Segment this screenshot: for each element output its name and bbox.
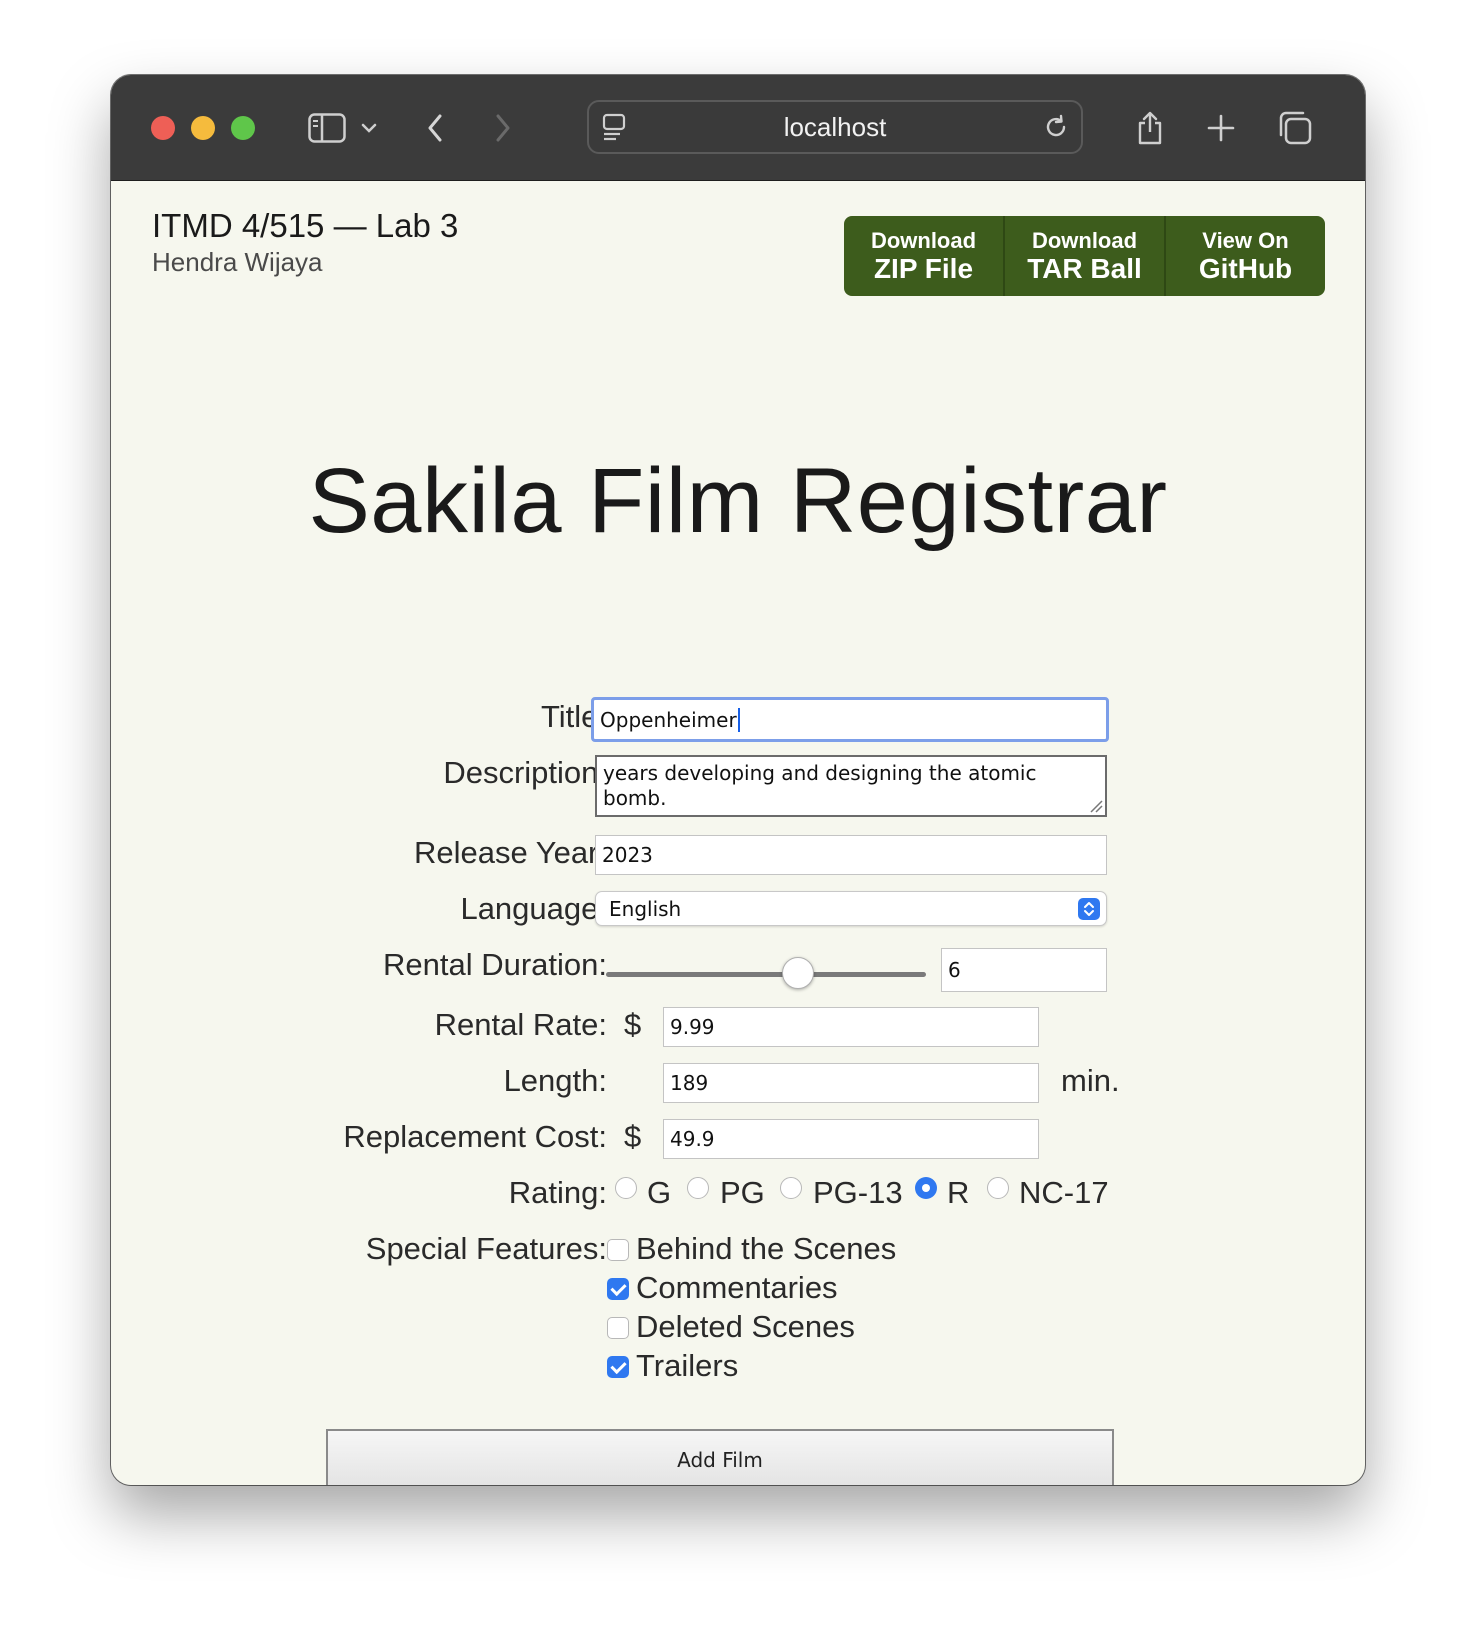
feature-deleted-scenes: Deleted Scenes — [636, 1309, 855, 1344]
download-tar-big: TAR Ball — [1027, 252, 1142, 284]
replacement-cost-value: 49.9 — [670, 1127, 715, 1151]
rental-duration-value: 6 — [948, 958, 961, 982]
rental-duration-input[interactable]: 6 — [941, 948, 1107, 992]
length-unit: min. — [1061, 1063, 1120, 1098]
release-year-label: Release Year: — [413, 835, 607, 870]
close-window-button[interactable] — [151, 116, 175, 140]
rating-option-pg13: PG-13 — [813, 1175, 903, 1210]
download-buttons: Download ZIP File Download TAR Ball View… — [844, 216, 1325, 296]
rental-duration-slider-track[interactable] — [606, 972, 926, 977]
rating-radio-g[interactable] — [615, 1177, 637, 1199]
view-github-button[interactable]: View On GitHub — [1166, 216, 1325, 296]
replacement-cost-label: Replacement Cost: — [343, 1119, 607, 1154]
rating-option-r: R — [947, 1175, 970, 1210]
site-title: ITMD 4/515 — Lab 3 — [152, 207, 459, 244]
download-tar-small: Download — [1031, 227, 1138, 253]
download-zip-button[interactable]: Download ZIP File — [844, 216, 1005, 296]
view-github-small: View On — [1202, 227, 1289, 253]
language-label: Language: — [460, 891, 607, 926]
rating-radio-nc17[interactable] — [987, 1177, 1009, 1199]
rental-rate-label: Rental Rate: — [434, 1007, 607, 1042]
forward-icon[interactable] — [491, 75, 515, 180]
title-input[interactable]: Oppenheimer — [591, 697, 1109, 742]
rental-rate-currency: $ — [624, 1007, 642, 1042]
rating-option-nc17: NC-17 — [1019, 1175, 1109, 1210]
rating-radio-pg[interactable] — [687, 1177, 709, 1199]
view-github-big: GitHub — [1198, 252, 1293, 284]
description-textarea[interactable]: years developing and designing the atomi… — [595, 755, 1107, 817]
sidebar-icon[interactable] — [305, 75, 349, 180]
rating-radio-r[interactable] — [915, 1177, 937, 1199]
feature-trailers: Trailers — [636, 1348, 739, 1383]
download-zip-small: Download — [870, 227, 977, 253]
feature-commentaries: Commentaries — [636, 1270, 838, 1305]
tab-overview-icon[interactable] — [1275, 75, 1315, 180]
special-features-label: Special Features: — [365, 1231, 607, 1266]
add-film-button[interactable]: Add Film — [326, 1429, 1114, 1485]
feature-checkbox-trailers[interactable] — [607, 1356, 629, 1378]
release-year-value: 2023 — [602, 843, 653, 867]
back-icon[interactable] — [423, 75, 447, 180]
reload-icon[interactable] — [1041, 102, 1071, 152]
rental-rate-input[interactable]: 9.99 — [663, 1007, 1039, 1047]
feature-checkbox-behind-scenes[interactable] — [607, 1239, 629, 1261]
rating-radio-pg13[interactable] — [780, 1177, 802, 1199]
rating-option-pg: PG — [720, 1175, 765, 1210]
rental-duration-slider-thumb[interactable] — [782, 957, 814, 989]
download-tar-button[interactable]: Download TAR Ball — [1005, 216, 1166, 296]
description-value: years developing and designing the atomi… — [603, 761, 1037, 810]
share-icon[interactable] — [1133, 75, 1167, 180]
text-caret — [737, 707, 740, 732]
description-label: Description: — [443, 755, 607, 790]
rating-label: Rating: — [508, 1175, 607, 1210]
minimize-window-button[interactable] — [191, 116, 215, 140]
replacement-cost-input[interactable]: 49.9 — [663, 1119, 1039, 1159]
length-input[interactable]: 189 — [663, 1063, 1039, 1103]
feature-behind-scenes: Behind the Scenes — [636, 1231, 897, 1266]
zoom-window-button[interactable] — [231, 116, 255, 140]
browser-toolbar: localhost — [111, 75, 1365, 181]
length-label: Length: — [503, 1063, 607, 1098]
download-zip-big: ZIP File — [873, 252, 974, 284]
language-select[interactable]: English — [595, 891, 1107, 926]
rental-rate-value: 9.99 — [670, 1015, 715, 1039]
site-author: Hendra Wijaya — [152, 247, 323, 277]
page-title: Sakila Film Registrar — [308, 450, 1168, 552]
rating-option-g: G — [647, 1175, 672, 1210]
chevron-down-icon[interactable] — [357, 75, 381, 180]
page-content: ITMD 4/515 — Lab 3 Hendra Wijaya Downloa… — [111, 181, 1365, 1485]
replacement-cost-currency: $ — [624, 1119, 642, 1154]
browser-window: localhost ITMD 4/515 — Lab 3 Hendra Wija… — [111, 75, 1365, 1485]
resize-handle-icon[interactable] — [1089, 799, 1103, 813]
url-text: localhost — [783, 111, 887, 142]
rental-duration-label: Rental Duration: — [382, 947, 607, 982]
new-tab-icon[interactable] — [1205, 75, 1237, 180]
language-value: English — [609, 896, 682, 921]
feature-checkbox-deleted-scenes[interactable] — [607, 1317, 629, 1339]
address-bar[interactable]: localhost — [587, 100, 1083, 154]
feature-checkbox-commentaries[interactable] — [607, 1278, 629, 1300]
length-value: 189 — [670, 1071, 709, 1095]
select-arrows-icon — [1078, 898, 1100, 920]
release-year-input[interactable]: 2023 — [595, 835, 1107, 875]
title-value: Oppenheimer — [600, 707, 737, 732]
